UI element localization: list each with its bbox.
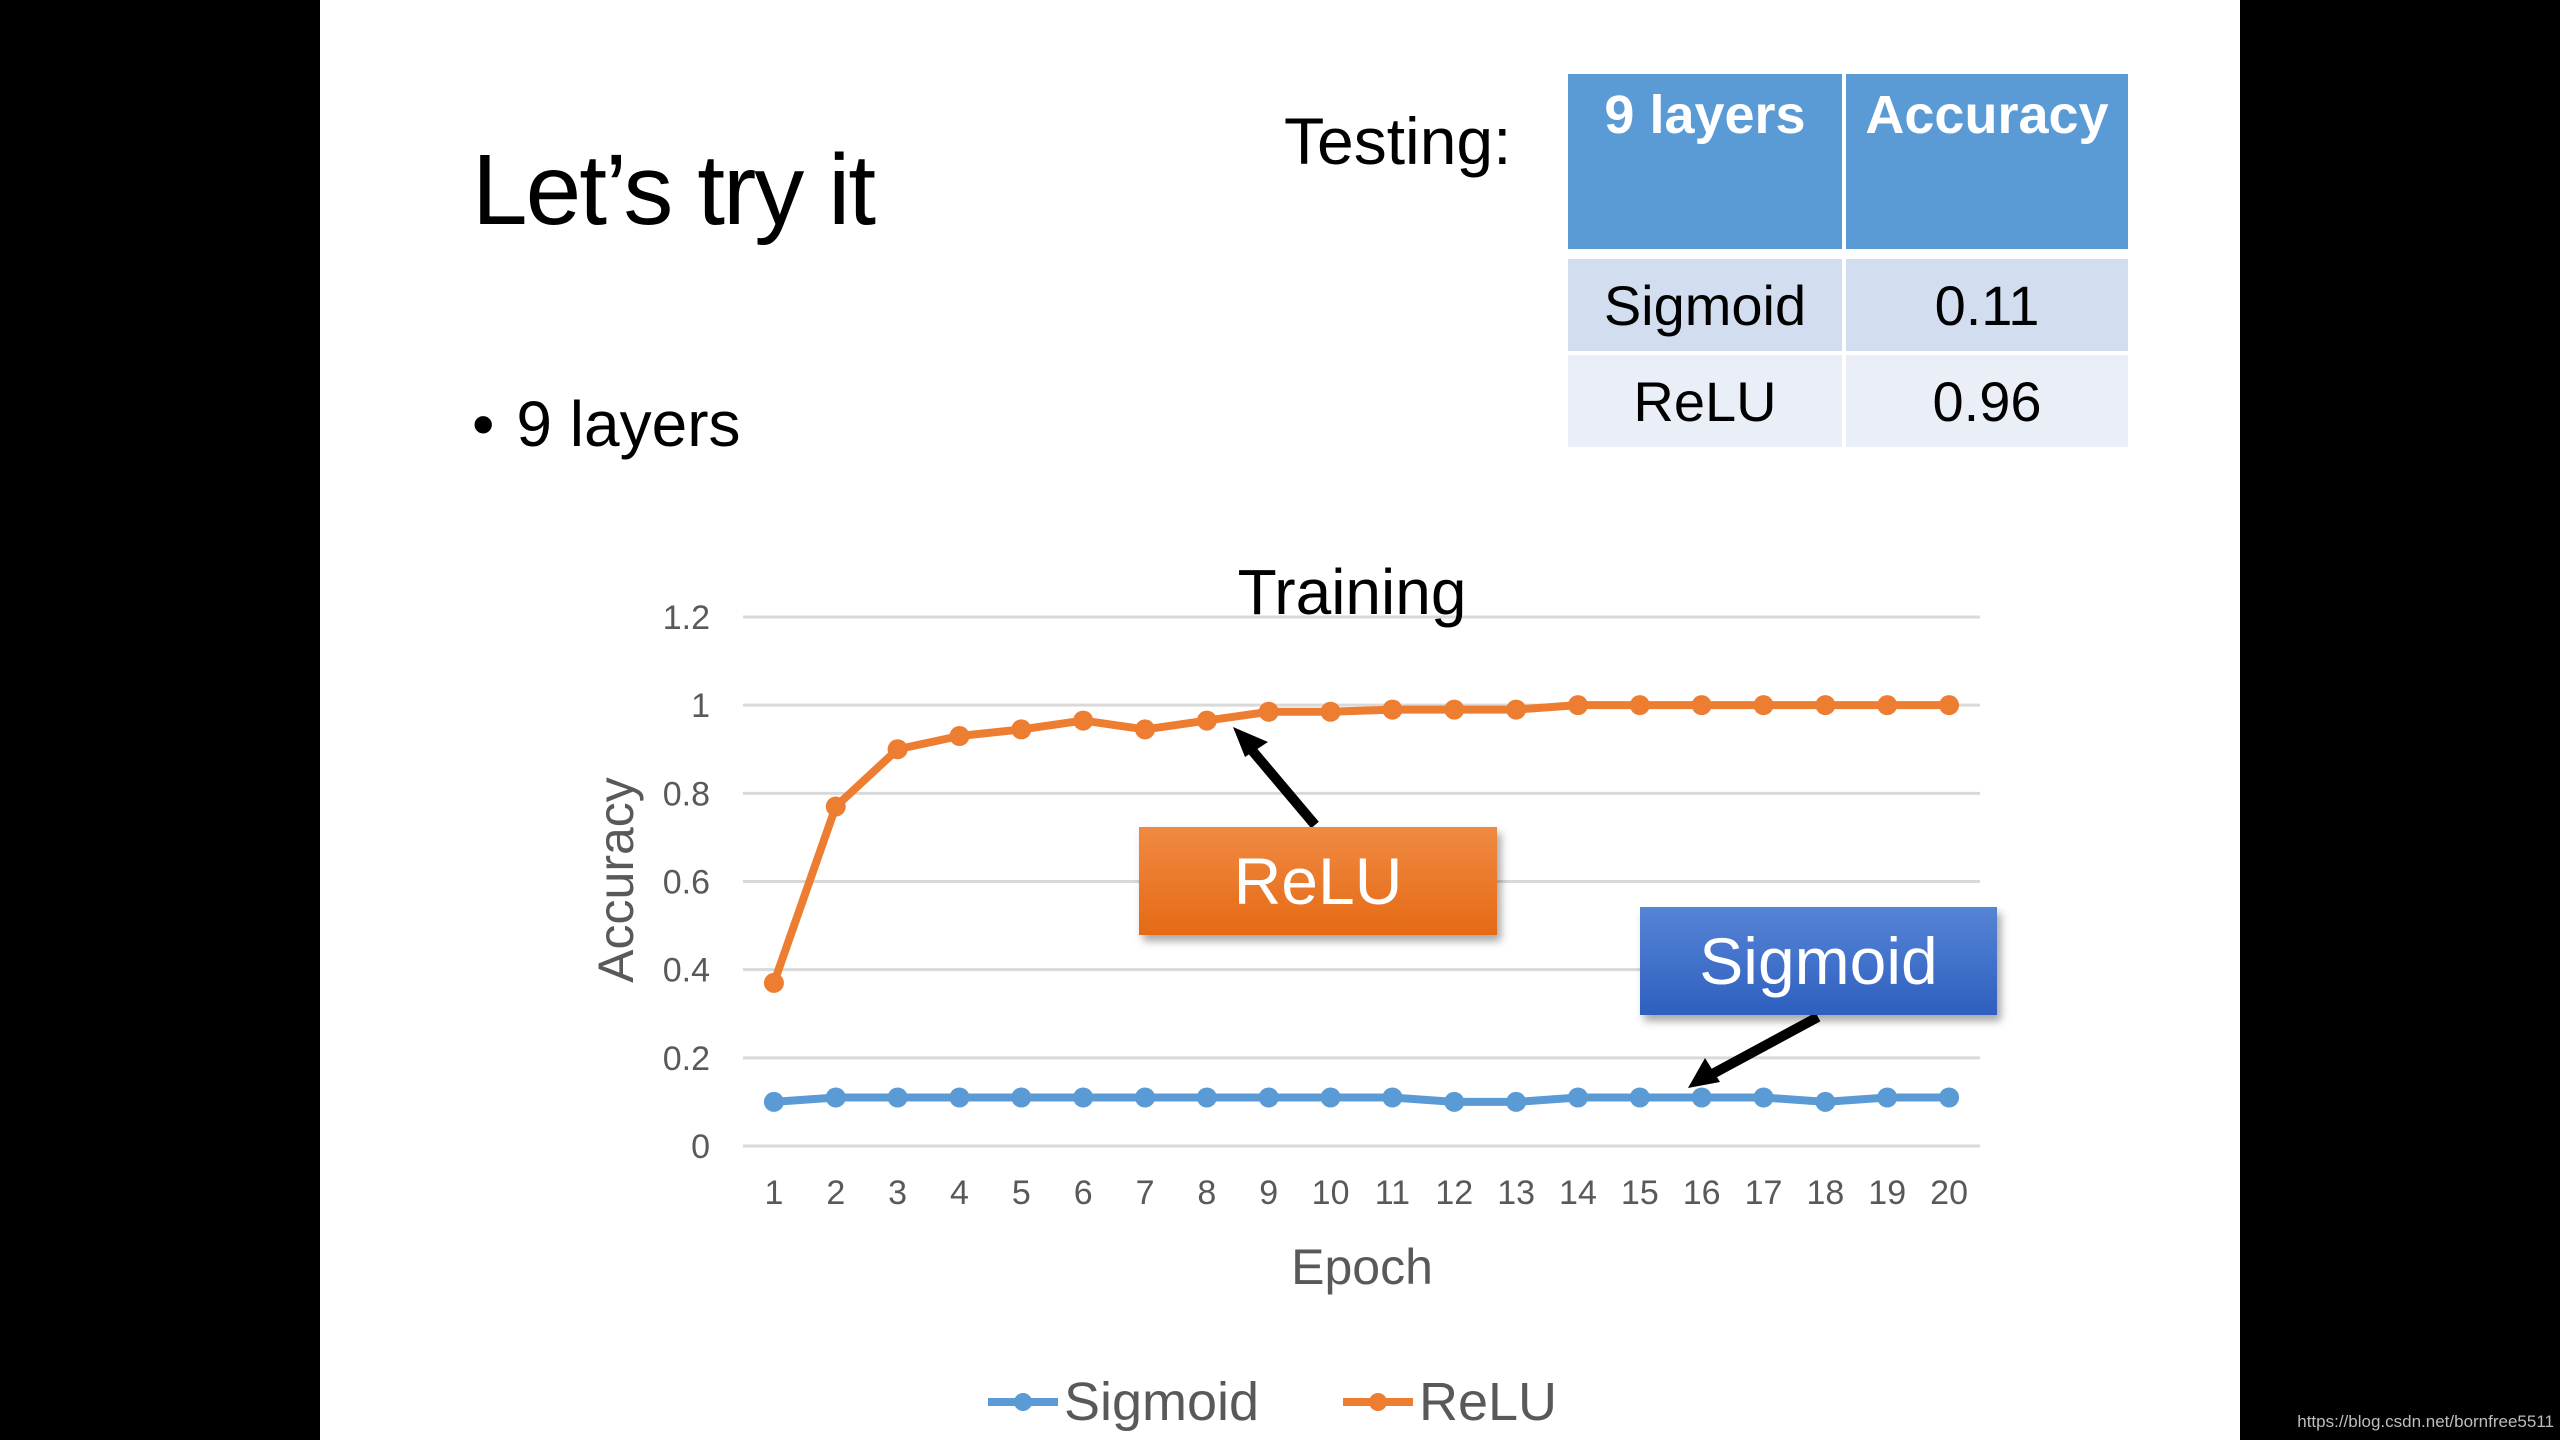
data-point-relu <box>1506 699 1527 720</box>
y-tick-label: 0.6 <box>663 864 710 902</box>
data-point-sigmoid <box>1939 1087 1960 1108</box>
x-axis-label: Epoch <box>1291 1239 1433 1295</box>
legend-marker-icon <box>1014 1393 1032 1411</box>
data-point-sigmoid <box>1753 1087 1774 1108</box>
data-point-sigmoid <box>825 1087 846 1108</box>
data-point-sigmoid <box>1258 1087 1279 1108</box>
data-point-relu <box>1877 695 1898 716</box>
x-tick-label: 16 <box>1683 1174 1721 1212</box>
y-tick-label: 0.2 <box>663 1040 710 1078</box>
relu-arrow-head <box>1233 727 1268 757</box>
legend-item-relu: ReLU <box>1343 1372 1557 1432</box>
y-tick-labels: 0 0.2 0.4 0.6 0.8 1 1.2 <box>663 599 710 1166</box>
relu-arrow <box>1233 727 1319 829</box>
data-point-relu <box>1258 701 1279 722</box>
x-tick-label: 5 <box>1012 1174 1031 1212</box>
data-point-relu <box>1567 695 1588 716</box>
x-tick-label: 13 <box>1497 1174 1535 1212</box>
x-tick-label: 1 <box>764 1174 783 1212</box>
x-tick-label: 12 <box>1435 1174 1473 1212</box>
data-point-sigmoid <box>887 1087 908 1108</box>
legend-label: ReLU <box>1419 1372 1557 1432</box>
chart-title: Training <box>1238 556 1467 628</box>
data-point-relu <box>887 739 908 760</box>
data-point-relu <box>1939 695 1960 716</box>
data-point-relu <box>1691 695 1712 716</box>
data-point-sigmoid <box>1135 1087 1156 1108</box>
slide: Let’s try it Testing: • 9 layers 9 layers… <box>320 0 2240 1440</box>
y-tick-label: 0 <box>691 1128 710 1166</box>
x-tick-labels: 1 2 3 4 5 6 7 8 9 10 11 12 13 14 15 16 17 18 19 20 <box>764 1174 1968 1212</box>
data-point-relu <box>1753 695 1774 716</box>
sigmoid-arrow <box>1688 1012 1821 1088</box>
x-tick-label: 20 <box>1930 1174 1968 1212</box>
x-tick-label: 17 <box>1745 1174 1783 1212</box>
x-tick-label: 2 <box>826 1174 845 1212</box>
data-point-sigmoid <box>1877 1087 1898 1108</box>
x-tick-label: 15 <box>1621 1174 1659 1212</box>
data-point-relu <box>1135 719 1156 740</box>
data-point-relu <box>949 726 970 747</box>
data-point-relu <box>1629 695 1650 716</box>
data-point-sigmoid <box>1691 1087 1712 1108</box>
data-point-relu <box>1815 695 1836 716</box>
data-point-relu <box>1073 710 1094 731</box>
x-tick-label: 11 <box>1375 1174 1410 1212</box>
y-tick-label: 1 <box>691 687 710 725</box>
y-tick-label: 0.8 <box>663 775 710 813</box>
series-sigmoid <box>763 1087 1960 1112</box>
x-tick-label: 6 <box>1074 1174 1093 1212</box>
data-point-sigmoid <box>763 1091 784 1112</box>
y-axis-label: Accuracy <box>588 777 644 983</box>
x-tick-label: 18 <box>1806 1174 1844 1212</box>
training-chart: 00.20.40.60.811.2 1 2 3 4 5 6 7 8 9 10 11 12 13 14 15 1… <box>588 556 1980 1432</box>
data-point-sigmoid <box>949 1087 970 1108</box>
y-tick-label: 0.4 <box>663 952 710 990</box>
data-point-sigmoid <box>1567 1087 1588 1108</box>
x-tick-label: 19 <box>1868 1174 1906 1212</box>
data-point-sigmoid <box>1629 1087 1650 1108</box>
x-tick-label: 4 <box>950 1174 969 1212</box>
watermark: https://blog.csdn.net/bornfree5511 <box>2297 1412 2554 1431</box>
data-point-relu <box>1011 719 1032 740</box>
x-tick-label: 8 <box>1197 1174 1216 1212</box>
legend-label: Sigmoid <box>1064 1372 1259 1432</box>
data-point-sigmoid <box>1444 1091 1465 1112</box>
relu-callout: ReLU <box>1139 827 1497 935</box>
data-point-sigmoid <box>1320 1087 1341 1108</box>
sigmoid-callout: Sigmoid <box>1640 907 1997 1015</box>
legend-marker-icon <box>1369 1393 1387 1411</box>
data-point-sigmoid <box>1506 1091 1527 1112</box>
data-point-relu <box>825 796 846 817</box>
x-tick-label: 3 <box>888 1174 907 1212</box>
data-point-relu <box>763 972 784 993</box>
data-point-relu <box>1444 699 1465 720</box>
x-tick-label: 7 <box>1136 1174 1155 1212</box>
data-point-sigmoid <box>1011 1087 1032 1108</box>
legend-item-sigmoid: Sigmoid <box>988 1372 1259 1432</box>
x-tick-label: 9 <box>1259 1174 1278 1212</box>
data-point-sigmoid <box>1196 1087 1217 1108</box>
x-tick-label: 14 <box>1559 1174 1597 1212</box>
y-tick-label: 1.2 <box>663 599 710 637</box>
data-point-sigmoid <box>1382 1087 1403 1108</box>
data-point-sigmoid <box>1815 1091 1836 1112</box>
data-point-relu <box>1320 701 1341 722</box>
x-tick-label: 10 <box>1312 1174 1350 1212</box>
data-point-relu <box>1382 699 1403 720</box>
legend: Sigmoid ReLU <box>988 1372 1557 1432</box>
data-point-relu <box>1196 710 1217 731</box>
data-point-sigmoid <box>1073 1087 1094 1108</box>
